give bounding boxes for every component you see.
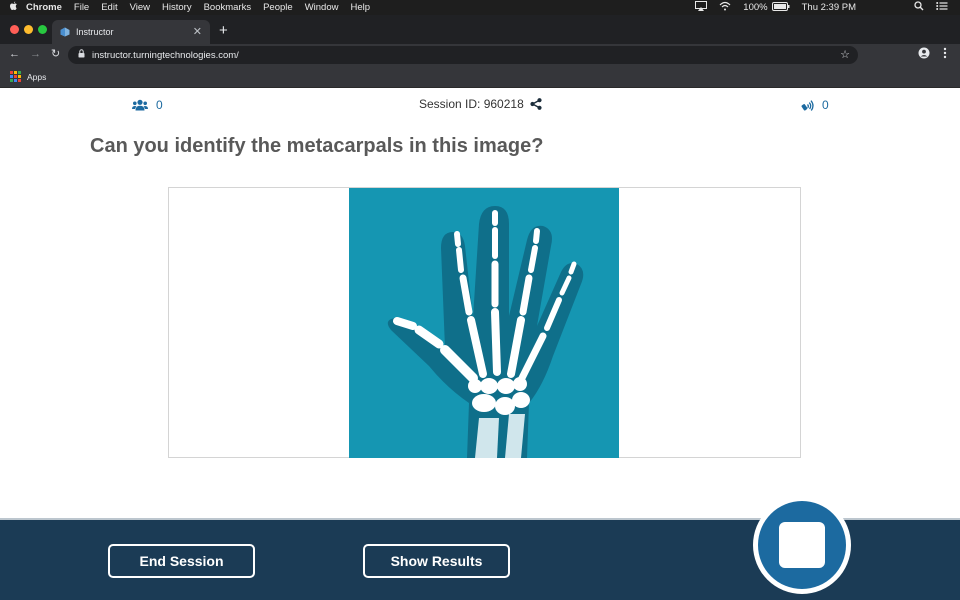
menu-people[interactable]: People bbox=[263, 2, 293, 13]
bookmarks-bar: Apps bbox=[0, 66, 960, 88]
session-id-text: Session ID: 960218 bbox=[419, 97, 524, 111]
window-close-button[interactable] bbox=[10, 25, 19, 34]
address-bar[interactable]: instructor.turningtechnologies.com/ ☆ bbox=[68, 46, 858, 64]
menu-window[interactable]: Window bbox=[305, 2, 339, 13]
participants-count: 0 bbox=[156, 98, 163, 112]
browser-toolbar: ← → ↻ instructor.turningtechnologies.com… bbox=[0, 44, 960, 66]
window-minimize-button[interactable] bbox=[24, 25, 33, 34]
airplay-icon[interactable] bbox=[695, 1, 708, 14]
stop-icon bbox=[779, 522, 825, 568]
spotlight-icon[interactable] bbox=[914, 1, 924, 14]
stop-button-circle bbox=[758, 501, 846, 589]
mac-menu-bar: Chrome File Edit View History Bookmarks … bbox=[0, 0, 960, 15]
menu-view[interactable]: View bbox=[130, 2, 150, 13]
forward-icon[interactable]: → bbox=[30, 48, 41, 61]
menu-app-name[interactable]: Chrome bbox=[26, 2, 62, 13]
responses-count: 0 bbox=[822, 98, 829, 112]
responses-counter[interactable]: 0 bbox=[801, 98, 829, 112]
participants-counter[interactable]: 0 bbox=[132, 98, 163, 112]
apps-bookmark[interactable]: Apps bbox=[27, 72, 46, 82]
tab-title: Instructor bbox=[76, 27, 114, 37]
new-tab-icon[interactable]: + bbox=[219, 23, 228, 38]
back-icon[interactable]: ← bbox=[9, 48, 20, 61]
chrome-menu-icon[interactable] bbox=[943, 47, 947, 62]
turning-favicon-icon bbox=[60, 27, 70, 37]
tab-instructor[interactable]: Instructor ✕ bbox=[52, 20, 210, 44]
notification-center-icon[interactable] bbox=[936, 1, 948, 14]
menu-file[interactable]: File bbox=[74, 2, 89, 13]
apps-grid-icon[interactable] bbox=[10, 71, 21, 82]
end-session-button[interactable]: End Session bbox=[108, 544, 255, 578]
battery-percent: 100% bbox=[743, 2, 768, 13]
tab-close-icon[interactable]: ✕ bbox=[193, 25, 202, 38]
menu-help[interactable]: Help bbox=[350, 2, 370, 13]
apple-menu-icon[interactable] bbox=[0, 1, 26, 14]
show-results-button[interactable]: Show Results bbox=[363, 544, 510, 578]
lock-icon bbox=[78, 49, 85, 61]
reload-icon[interactable]: ↻ bbox=[51, 48, 60, 61]
question-image-frame bbox=[168, 187, 801, 458]
menu-edit[interactable]: Edit bbox=[101, 2, 117, 13]
battery-icon[interactable] bbox=[771, 1, 790, 14]
bookmark-star-icon[interactable]: ☆ bbox=[840, 48, 850, 61]
menu-bookmarks[interactable]: Bookmarks bbox=[204, 2, 252, 13]
share-icon[interactable] bbox=[530, 98, 542, 110]
responses-icon bbox=[801, 100, 814, 111]
question-text: Can you identify the metacarpals in this… bbox=[90, 135, 544, 157]
stop-polling-button[interactable] bbox=[753, 496, 851, 594]
browser-tab-strip: Instructor ✕ + bbox=[0, 15, 960, 44]
profile-icon[interactable] bbox=[918, 47, 930, 62]
window-zoom-button[interactable] bbox=[38, 25, 47, 34]
menu-history[interactable]: History bbox=[162, 2, 192, 13]
session-id[interactable]: Session ID: 960218 bbox=[419, 97, 542, 111]
instructor-page: 0 Session ID: 960218 0 Can you identify … bbox=[0, 89, 960, 519]
url-text: instructor.turningtechnologies.com/ bbox=[92, 49, 239, 61]
hand-xray-image bbox=[349, 188, 619, 458]
clock[interactable]: Thu 2:39 PM bbox=[802, 2, 856, 13]
menu-status-area: 100% Thu 2:39 PM bbox=[695, 0, 960, 15]
users-icon bbox=[132, 99, 148, 111]
wifi-icon[interactable] bbox=[719, 1, 731, 14]
